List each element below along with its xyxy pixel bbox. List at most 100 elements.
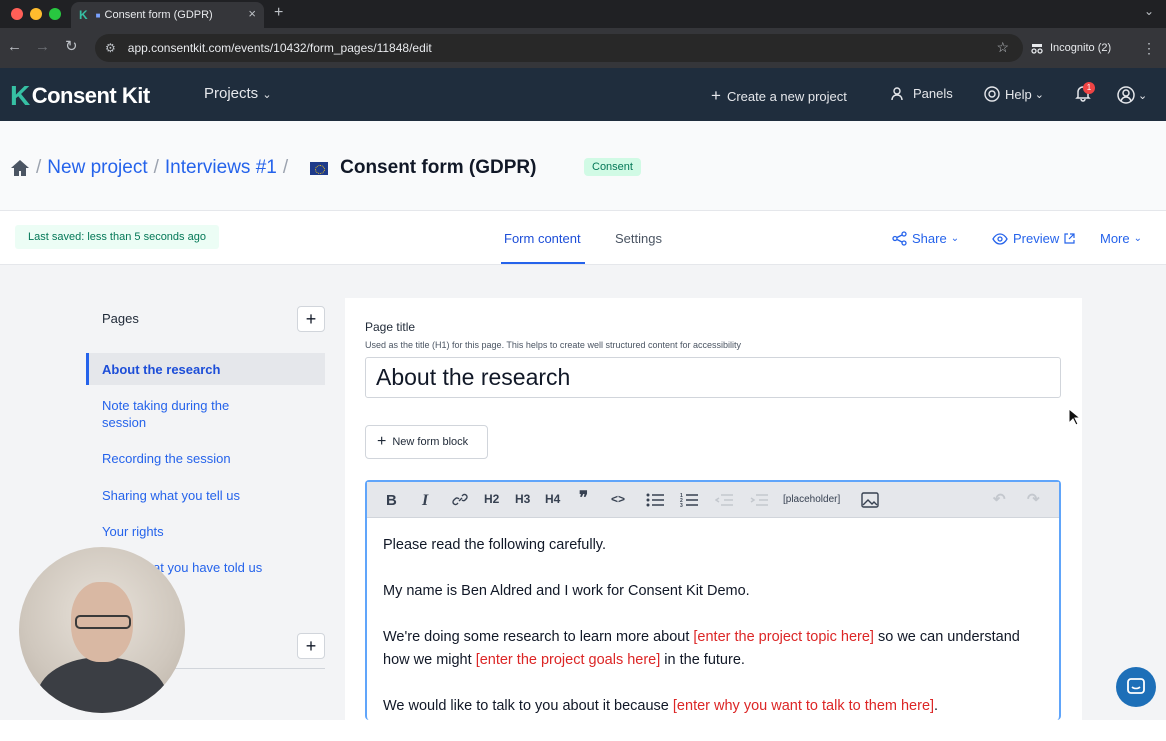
lifebuoy-icon bbox=[984, 86, 1000, 102]
back-icon[interactable]: ← bbox=[7, 39, 22, 55]
chevron-down-icon: ⌄ bbox=[1138, 89, 1148, 102]
incognito-indicator[interactable]: Incognito (2) bbox=[1030, 33, 1111, 63]
browser-tab-title: Consent form (GDPR) bbox=[104, 9, 213, 21]
placeholder-token[interactable]: [enter why you want to talk to them here… bbox=[673, 698, 934, 714]
chevron-down-icon: ⌄ bbox=[950, 233, 960, 244]
create-project-label: Create a new project bbox=[726, 88, 847, 104]
browser-tab[interactable]: K ■ Consent form (GDPR) × bbox=[71, 2, 264, 28]
editor-text: We would like to talk to you about it be… bbox=[383, 698, 673, 714]
sidebar-item-recording[interactable]: Recording the session bbox=[102, 450, 262, 467]
mouse-cursor-icon bbox=[1068, 408, 1080, 426]
projects-label: Projects bbox=[204, 85, 259, 102]
panels-link[interactable]: Panels bbox=[891, 86, 953, 101]
editor-paragraph: We would like to talk to you about it be… bbox=[383, 695, 1043, 718]
address-bar[interactable]: ⚙ app.consentkit.com/events/10432/form_p… bbox=[95, 34, 1023, 62]
share-label: Share bbox=[912, 231, 947, 246]
editor-content[interactable]: Please read the following carefully. My … bbox=[383, 534, 1043, 741]
page-title-label: Page title bbox=[365, 320, 416, 334]
editor-paragraph: We're doing some research to learn more … bbox=[383, 626, 1043, 672]
breadcrumb-event-link[interactable]: Interviews #1 bbox=[165, 157, 277, 179]
sidebar-item-sharing[interactable]: Sharing what you tell us bbox=[102, 487, 262, 504]
minimize-window-button[interactable] bbox=[30, 8, 42, 20]
browser-menu-icon[interactable]: ⋮ bbox=[1142, 40, 1156, 57]
chevron-down-icon: ⌄ bbox=[262, 89, 272, 101]
indent-icon[interactable] bbox=[750, 492, 768, 508]
redo-icon[interactable]: ↷ bbox=[1027, 490, 1040, 508]
editor-text: . bbox=[934, 698, 939, 714]
add-page-button[interactable]: + bbox=[297, 306, 325, 332]
editor-text: in the future. bbox=[660, 652, 745, 668]
sidebar-item-your-rights[interactable]: Your rights bbox=[102, 523, 262, 540]
bold-icon[interactable]: B bbox=[386, 492, 397, 509]
add-section-button[interactable]: + bbox=[297, 633, 325, 659]
numbered-list-icon[interactable]: 123 bbox=[680, 492, 698, 508]
reload-icon[interactable]: ↻ bbox=[65, 39, 78, 55]
tab-form-content[interactable]: Form content bbox=[504, 231, 581, 246]
preview-label: Preview bbox=[1013, 231, 1060, 246]
sidebar-item-about-the-research[interactable]: About the research bbox=[86, 353, 325, 385]
external-link-icon bbox=[1064, 233, 1075, 244]
chevron-down-icon: ⌄ bbox=[1034, 88, 1044, 101]
sidebar-item-note-taking[interactable]: Note taking during the session bbox=[102, 397, 262, 431]
preview-link[interactable]: Preview bbox=[992, 231, 1075, 246]
outdent-icon[interactable] bbox=[715, 492, 733, 508]
browser-toolbar: ← → ↻ ⚙ app.consentkit.com/events/10432/… bbox=[0, 28, 1166, 68]
plus-icon: + bbox=[377, 433, 387, 450]
notification-badge: 1 bbox=[1083, 82, 1095, 94]
new-tab-icon[interactable]: + bbox=[274, 4, 283, 22]
bullet-list-icon[interactable] bbox=[646, 492, 664, 508]
chevron-down-icon: ⌄ bbox=[1133, 233, 1143, 244]
heading3-button[interactable]: H3 bbox=[515, 492, 530, 506]
user-circle-icon bbox=[1117, 86, 1135, 104]
breadcrumb-project-link[interactable]: New project bbox=[47, 157, 147, 179]
italic-icon[interactable]: I bbox=[422, 492, 428, 510]
placeholder-token[interactable]: [enter the project topic here] bbox=[693, 629, 874, 645]
close-window-button[interactable] bbox=[11, 8, 23, 20]
editor-paragraph: My name is Ben Aldred and I work for Con… bbox=[383, 583, 750, 599]
close-tab-icon[interactable]: × bbox=[248, 6, 256, 21]
page-title-input[interactable] bbox=[365, 357, 1061, 398]
rich-text-editor[interactable]: B I H2 H3 H4 ❞ <> 123 [placeholder] ↶ ↷ … bbox=[365, 480, 1061, 720]
link-icon[interactable] bbox=[452, 491, 469, 508]
placeholder-button[interactable]: [placeholder] bbox=[783, 494, 840, 505]
eye-icon bbox=[992, 232, 1008, 245]
url-text: app.consentkit.com/events/10432/form_pag… bbox=[127, 41, 432, 55]
maximize-window-button[interactable] bbox=[49, 8, 61, 20]
share-menu[interactable]: Share ⌄ bbox=[892, 231, 959, 246]
page-title-help: Used as the title (H1) for this page. Th… bbox=[365, 340, 742, 350]
tab-settings[interactable]: Settings bbox=[615, 231, 662, 246]
home-icon[interactable] bbox=[10, 159, 30, 177]
webcam-overlay bbox=[19, 547, 185, 713]
breadcrumb-separator: / bbox=[153, 157, 159, 178]
eu-flag-icon bbox=[310, 161, 329, 175]
heading2-button[interactable]: H2 bbox=[484, 492, 499, 506]
undo-icon[interactable]: ↶ bbox=[993, 490, 1006, 508]
create-project-link[interactable]: + Create a new project bbox=[711, 86, 847, 106]
new-form-block-label: New form block bbox=[392, 436, 469, 448]
heading4-button[interactable]: H4 bbox=[545, 492, 560, 506]
chat-support-button[interactable] bbox=[1116, 667, 1156, 707]
consentkit-favicon-icon: K bbox=[79, 8, 88, 22]
users-icon bbox=[891, 86, 903, 100]
site-settings-icon[interactable]: ⚙ bbox=[105, 41, 116, 55]
image-icon[interactable] bbox=[861, 492, 879, 508]
code-icon[interactable]: <> bbox=[611, 492, 625, 506]
placeholder-token[interactable]: [enter the project goals here] bbox=[476, 652, 661, 668]
svg-text:3: 3 bbox=[680, 503, 683, 508]
page-title: Consent form (GDPR) bbox=[340, 157, 537, 178]
last-saved-status: Last saved: less than 5 seconds ago bbox=[15, 225, 219, 249]
sidebar-item-label: About the research bbox=[102, 362, 221, 377]
consentkit-logo[interactable]: K Consent Kit bbox=[10, 80, 150, 112]
forward-icon[interactable]: → bbox=[35, 39, 50, 55]
chat-icon bbox=[1127, 678, 1145, 694]
more-menu[interactable]: More ⌄ bbox=[1100, 231, 1142, 246]
projects-menu[interactable]: Projects ⌄ bbox=[204, 85, 272, 102]
help-menu[interactable]: Help ⌄ bbox=[984, 86, 1044, 102]
help-label: Help bbox=[1005, 86, 1032, 102]
tab-search-icon[interactable]: ⌄ bbox=[1144, 4, 1154, 18]
eu-flag-icon: ■ bbox=[95, 10, 101, 20]
bookmark-star-icon[interactable]: ☆ bbox=[996, 39, 1009, 56]
account-menu[interactable]: ⌄ bbox=[1117, 86, 1147, 104]
new-form-block-button[interactable]: + New form block bbox=[365, 425, 488, 459]
quote-icon[interactable]: ❞ bbox=[579, 488, 588, 508]
